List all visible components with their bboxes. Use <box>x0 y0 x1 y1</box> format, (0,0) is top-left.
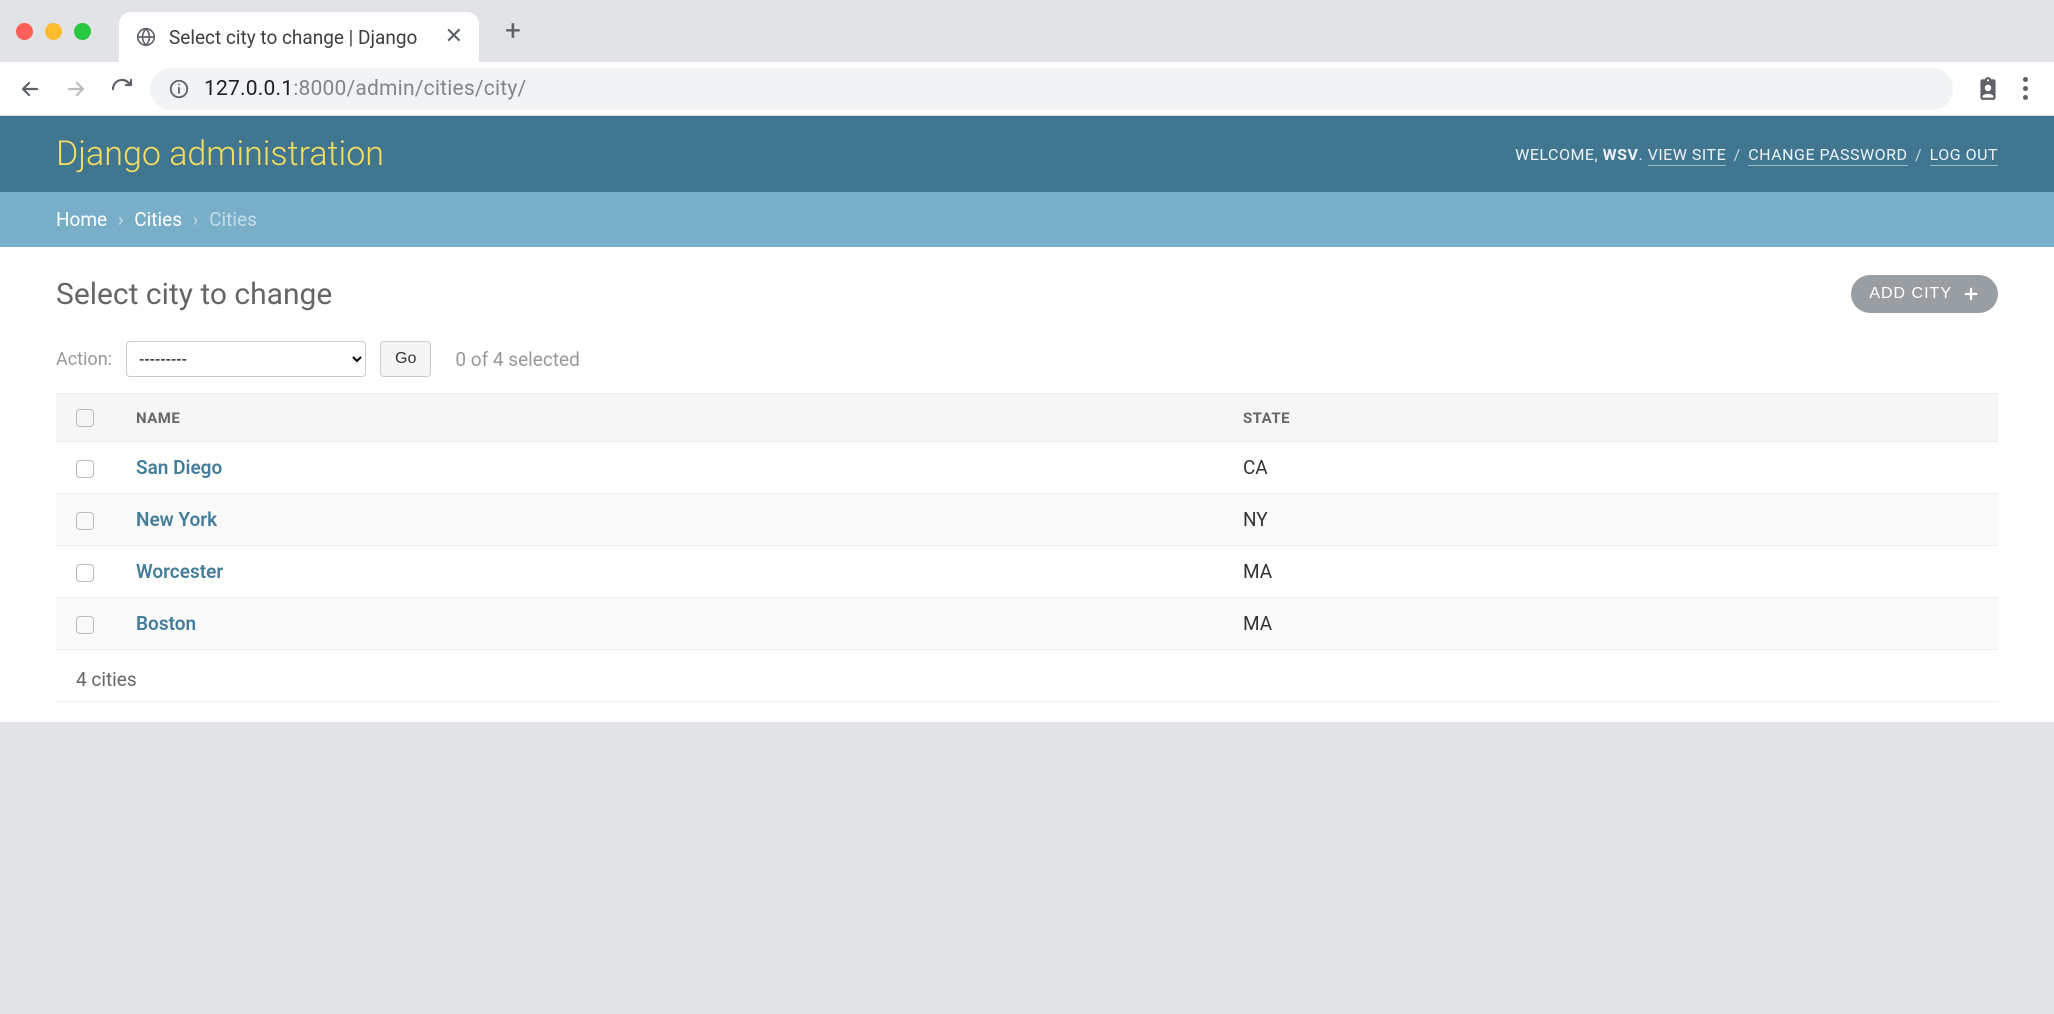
selection-counter: 0 of 4 selected <box>455 348 579 371</box>
table-header-row: NAME STATE <box>56 394 1998 442</box>
reload-button[interactable] <box>104 71 140 107</box>
browser-chrome: Select city to change | Django ✕ + 127.0… <box>0 0 2054 116</box>
new-tab-button[interactable]: + <box>505 17 521 45</box>
toolbar-right <box>1975 71 2034 106</box>
globe-icon <box>135 26 157 48</box>
user-tools: WELCOME, WSV. VIEW SITE / CHANGE PASSWOR… <box>1515 145 1998 164</box>
add-city-button[interactable]: ADD CITY <box>1851 275 1998 313</box>
admin-header: Django administration WELCOME, WSV. VIEW… <box>0 116 2054 192</box>
forward-button[interactable] <box>58 71 94 107</box>
window-minimize-button[interactable] <box>45 23 62 40</box>
state-cell: NY <box>1223 494 1998 546</box>
action-label: Action: <box>56 349 112 370</box>
back-button[interactable] <box>12 71 48 107</box>
address-bar[interactable]: 127.0.0.1:8000/admin/cities/city/ <box>150 68 1953 110</box>
content: Select city to change ADD CITY Action: -… <box>0 247 2054 722</box>
url-path: :8000/admin/cities/city/ <box>293 77 526 101</box>
table-row: Boston MA <box>56 598 1998 650</box>
city-link[interactable]: San Diego <box>136 456 222 479</box>
results-table: NAME STATE San Diego CA New York NY Worc… <box>56 393 1998 650</box>
page-title: Select city to change <box>56 277 332 312</box>
go-button[interactable]: Go <box>380 341 431 377</box>
content-header: Select city to change ADD CITY <box>56 275 1998 313</box>
state-cell: MA <box>1223 546 1998 598</box>
table-row: Worcester MA <box>56 546 1998 598</box>
site-info-icon[interactable] <box>168 78 190 100</box>
city-link[interactable]: New York <box>136 508 217 531</box>
state-cell: CA <box>1223 442 1998 494</box>
browser-toolbar: 127.0.0.1:8000/admin/cities/city/ <box>0 62 2054 116</box>
add-city-label: ADD CITY <box>1869 285 1952 303</box>
column-header-name[interactable]: NAME <box>116 394 1223 442</box>
window-maximize-button[interactable] <box>74 23 91 40</box>
table-row: San Diego CA <box>56 442 1998 494</box>
window-controls <box>16 23 91 40</box>
close-tab-icon[interactable]: ✕ <box>445 26 463 48</box>
city-link[interactable]: Worcester <box>136 560 223 583</box>
breadcrumb-home[interactable]: Home <box>56 208 107 231</box>
column-header-state[interactable]: STATE <box>1223 394 1998 442</box>
profile-icon[interactable] <box>1975 76 2001 102</box>
city-link[interactable]: Boston <box>136 612 196 635</box>
table-row: New York NY <box>56 494 1998 546</box>
row-checkbox[interactable] <box>76 616 94 634</box>
browser-menu-button[interactable] <box>2017 71 2034 106</box>
log-out-link[interactable]: LOG OUT <box>1930 145 1998 166</box>
tab-title: Select city to change | Django <box>169 26 433 49</box>
actions-row: Action: --------- Go 0 of 4 selected <box>56 341 1998 377</box>
site-title: Django administration <box>56 134 384 174</box>
row-checkbox[interactable] <box>76 564 94 582</box>
url-text: 127.0.0.1:8000/admin/cities/city/ <box>204 77 526 101</box>
tab-bar: Select city to change | Django ✕ + <box>0 0 2054 62</box>
view-site-link[interactable]: VIEW SITE <box>1648 145 1727 166</box>
row-checkbox[interactable] <box>76 460 94 478</box>
state-cell: MA <box>1223 598 1998 650</box>
breadcrumb: Home › Cities › Cities <box>0 192 2054 247</box>
breadcrumb-current: Cities <box>209 208 257 231</box>
browser-tab[interactable]: Select city to change | Django ✕ <box>119 12 479 62</box>
plus-icon <box>1962 285 1980 303</box>
window-close-button[interactable] <box>16 23 33 40</box>
row-checkbox[interactable] <box>76 512 94 530</box>
welcome-label: WELCOME, <box>1515 145 1598 164</box>
breadcrumb-app[interactable]: Cities <box>134 208 182 231</box>
paginator-count: 4 cities <box>56 650 1998 702</box>
url-host: 127.0.0.1 <box>204 77 293 101</box>
change-password-link[interactable]: CHANGE PASSWORD <box>1748 145 1907 166</box>
action-select[interactable]: --------- <box>126 341 366 377</box>
select-all-checkbox[interactable] <box>76 409 94 427</box>
username: WSV <box>1603 145 1639 164</box>
